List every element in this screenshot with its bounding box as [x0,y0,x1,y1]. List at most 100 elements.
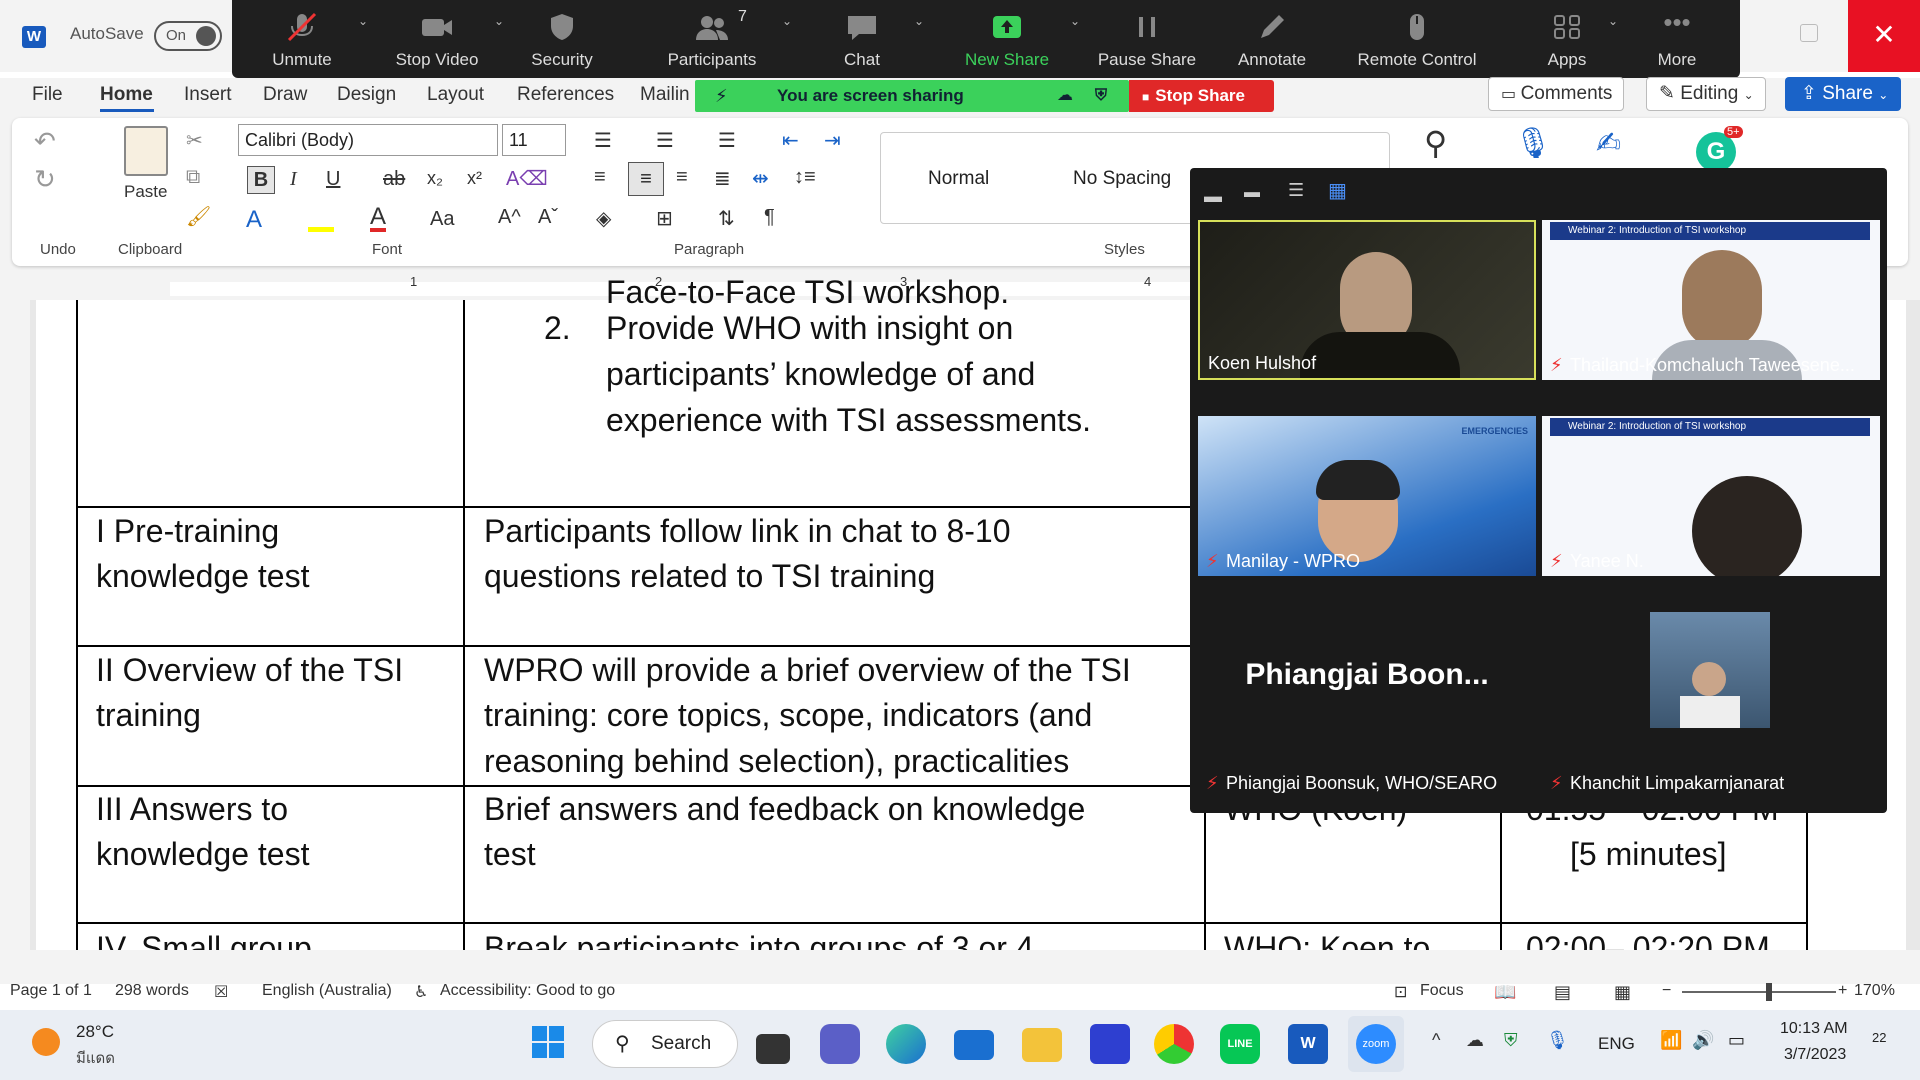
bullets-icon[interactable]: ☰ [594,128,612,153]
app-icon[interactable] [1090,1024,1130,1064]
show-formatting-button[interactable]: ¶ [764,206,775,229]
annotate-button[interactable]: Annotate [1217,0,1327,78]
file-explorer-icon[interactable] [1022,1028,1062,1062]
editor-icon[interactable]: ✍ [1596,126,1621,161]
restore-icon[interactable] [1800,24,1818,42]
dictate-microphone-icon[interactable]: 🎙 [1514,126,1552,161]
video-tile-koen[interactable]: Koen Hulshof [1198,220,1536,380]
highlight-icon[interactable] [308,206,334,232]
video-tile-manilay[interactable]: EMERGENCIES ⚡ Manilay - WPRO [1198,416,1536,576]
menu-design[interactable]: Design [337,84,396,106]
justify-icon[interactable]: ≣ [714,166,731,191]
borders-icon[interactable]: ⊞ [656,206,673,231]
weather-temperature[interactable]: 28°C [76,1022,114,1042]
align-left-icon[interactable]: ≡ [594,166,606,189]
paste-icon[interactable] [124,126,168,176]
increase-indent-icon[interactable]: ⇥ [824,128,841,153]
grow-font-button[interactable]: A^ [498,206,521,229]
page-count[interactable]: Page 1 of 1 [10,982,92,1000]
zoom-level[interactable]: 170% [1854,982,1895,1000]
menu-references[interactable]: References [517,84,614,106]
gallery-view-icon[interactable]: ▦ [1328,178,1347,203]
zoom-slider[interactable] [1682,991,1836,993]
windows-start-icon[interactable] [528,1022,576,1070]
screen-sharing-banner[interactable]: ⚡ You are screen sharing ☁ ⛨ [695,80,1129,112]
menu-file[interactable]: File [32,84,63,106]
read-mode-icon[interactable]: 📖 [1494,982,1516,1003]
menu-mailings[interactable]: Mailin [640,84,690,106]
column-direction-icon[interactable]: ⇹ [752,166,769,191]
copy-icon[interactable]: ⧉ [186,166,200,189]
participants-button[interactable]: 7 Participants ⌄ [652,0,792,78]
teams-chat-icon[interactable] [820,1024,860,1064]
speaker-view-icon[interactable]: ▬ [1244,184,1260,202]
menu-home[interactable]: Home [100,84,153,106]
taskbar-search[interactable]: ⚲ Search [592,1020,738,1068]
subscript-button[interactable]: x₂ [427,168,443,189]
italic-button[interactable]: I [290,168,297,191]
web-layout-icon[interactable]: ▦ [1614,982,1631,1003]
align-right-icon[interactable]: ≡ [676,166,688,189]
video-tile-yanee[interactable]: Webinar 2: Introduction of TSI workshop … [1542,416,1880,576]
font-name-select[interactable]: Calibri (Body) [238,124,498,156]
share-button[interactable]: ⇪ Share ⌄ [1785,77,1901,111]
word-count[interactable]: 298 words [115,982,189,1000]
edge-browser-icon[interactable] [886,1024,926,1064]
unmute-button[interactable]: Unmute ⌄ [252,0,368,78]
line-app-icon[interactable]: LINE [1220,1024,1260,1064]
style-normal[interactable]: Normal [928,168,989,190]
mail-icon[interactable] [954,1030,994,1060]
chrome-browser-icon[interactable] [1154,1024,1194,1064]
word-taskbar-icon[interactable]: W [1288,1024,1328,1064]
chat-button[interactable]: Chat ⌄ [822,0,924,78]
clear-formatting-icon[interactable]: A⌫ [506,166,548,191]
font-color-icon[interactable]: A [370,205,387,232]
cut-icon[interactable]: ✂ [186,128,203,153]
remote-control-button[interactable]: Remote Control [1347,0,1487,78]
wifi-icon[interactable]: 📶 [1660,1030,1682,1051]
vertical-ruler[interactable] [0,300,30,950]
minimize-gallery-icon[interactable]: ▬ [1204,186,1222,207]
clock-date[interactable]: 3/7/2023 [1784,1046,1846,1064]
notification-count[interactable]: 22 [1872,1030,1886,1045]
zoom-out-button[interactable]: − [1662,982,1671,1000]
video-tile-khanchit[interactable]: ⚡ Khanchit Limpakarnjanarat [1542,608,1880,798]
sort-icon[interactable]: ⇅ [718,206,735,231]
format-painter-icon[interactable]: 🖌 [186,204,211,229]
proofing-icon[interactable]: ☒ [214,982,228,1002]
grammarly-icon[interactable]: G [1696,132,1736,172]
redo-icon[interactable]: ↻ [34,164,56,195]
superscript-button[interactable]: x² [467,168,482,189]
battery-icon[interactable]: ▭ [1728,1030,1745,1051]
undo-icon[interactable]: ↶ [34,126,56,157]
change-case-button[interactable]: Aa [430,208,454,231]
text-effects-icon[interactable]: A [246,206,262,234]
new-share-button[interactable]: New Share ⌄ [952,0,1080,78]
multilevel-list-icon[interactable]: ☰ [718,128,736,153]
accessibility-status[interactable]: Accessibility: Good to go [440,982,615,1000]
strikethrough-button[interactable]: ab [383,168,405,191]
editing-button[interactable]: ✎ Editing ⌄ [1646,77,1766,111]
apps-button[interactable]: Apps ⌄ [1522,0,1618,78]
defender-icon[interactable]: ⛨ [1504,1030,1518,1051]
security-button[interactable]: Security [512,0,612,78]
zoom-slider-thumb[interactable] [1766,983,1772,1001]
zoom-taskbar-button[interactable]: zoom [1348,1016,1404,1072]
stop-video-button[interactable]: Stop Video ⌄ [382,0,505,78]
menu-insert[interactable]: Insert [184,84,232,106]
close-button[interactable]: ✕ [1848,0,1920,72]
input-language[interactable]: ENG [1598,1034,1635,1054]
style-no-spacing[interactable]: No Spacing [1073,168,1171,190]
menu-draw[interactable]: Draw [263,84,307,106]
video-tile-komchaluch[interactable]: Webinar 2: Introduction of TSI workshop … [1542,220,1880,380]
zoom-in-button[interactable]: + [1838,982,1847,1000]
volume-icon[interactable]: 🔊 [1692,1030,1714,1051]
pause-share-button[interactable]: Pause Share [1092,0,1202,78]
more-button[interactable]: ••• More [1632,0,1722,78]
zoom-video-gallery[interactable]: ▬ ▬ ☰ ▦ Koen Hulshof Webinar 2: Introduc… [1190,168,1887,813]
menu-layout[interactable]: Layout [427,84,484,106]
align-center-icon[interactable]: ≡ [628,162,664,196]
weather-sun-icon[interactable] [32,1028,60,1056]
comments-button[interactable]: ▭ Comments [1488,77,1624,111]
mic-tray-icon[interactable]: 🎙 [1546,1030,1569,1051]
